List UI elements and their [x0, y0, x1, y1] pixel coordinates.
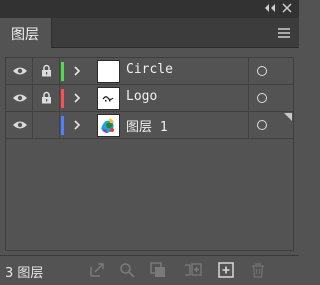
layer-color-swatch	[61, 116, 64, 135]
target-circle-icon[interactable]	[257, 120, 267, 130]
layer-row-circle[interactable]: Circle	[6, 58, 293, 85]
colorful-swirl-icon	[98, 115, 119, 136]
visibility-toggle[interactable]	[6, 85, 33, 111]
chevron-right-icon[interactable]	[72, 92, 82, 104]
export-icon[interactable]	[88, 261, 106, 279]
tab-layers-label: 图层	[11, 27, 39, 43]
chevron-right-icon[interactable]	[72, 119, 82, 131]
layer-thumbnail	[97, 60, 120, 83]
lock-toggle[interactable]	[33, 85, 60, 111]
layer-name[interactable]: Logo	[126, 89, 157, 104]
chevron-right-icon[interactable]	[72, 65, 82, 77]
panel-menu-icon[interactable]	[277, 27, 291, 39]
collapse-panel-icon[interactable]	[263, 2, 277, 14]
lock-toggle[interactable]	[33, 58, 60, 84]
lock-toggle[interactable]	[33, 112, 60, 138]
layer-row-layer-1[interactable]: 图层 1	[6, 112, 293, 139]
layer-row-logo[interactable]: Logo	[6, 85, 293, 112]
target-circle-icon[interactable]	[257, 66, 267, 76]
logo-mark-icon	[102, 96, 114, 102]
selection-indicator-icon	[284, 113, 292, 121]
layer-thumbnail	[97, 87, 120, 110]
search-icon[interactable]	[118, 261, 136, 279]
layer-color-swatch	[61, 62, 64, 81]
eye-icon	[13, 67, 27, 75]
lock-icon	[42, 64, 51, 77]
new-layer-icon[interactable]	[217, 261, 235, 279]
lock-icon	[42, 91, 51, 104]
target-circle-icon[interactable]	[257, 93, 267, 103]
divider	[248, 85, 249, 111]
visibility-toggle[interactable]	[6, 58, 33, 84]
divider	[248, 58, 249, 84]
eye-icon	[13, 121, 27, 129]
trash-icon[interactable]	[249, 261, 267, 279]
clipping-mask-icon[interactable]	[149, 261, 167, 279]
close-icon[interactable]	[281, 2, 293, 14]
visibility-toggle[interactable]	[6, 112, 33, 138]
layers-list: Circle Logo 图层 1	[5, 57, 294, 251]
layer-count-label: 3 图层	[5, 266, 44, 281]
layer-name[interactable]: Circle	[126, 62, 173, 77]
divider	[248, 112, 249, 138]
layer-name[interactable]: 图层 1	[126, 116, 168, 135]
panel-titlebar	[0, 0, 299, 18]
layer-color-swatch	[61, 89, 64, 108]
eye-icon	[13, 94, 27, 102]
new-sublayer-icon[interactable]	[184, 261, 202, 279]
layer-thumbnail	[97, 114, 120, 137]
panel-tab-row: 图层	[0, 18, 299, 48]
tab-layers[interactable]: 图层	[0, 18, 52, 48]
panel-footer: 3 图层	[0, 255, 299, 285]
